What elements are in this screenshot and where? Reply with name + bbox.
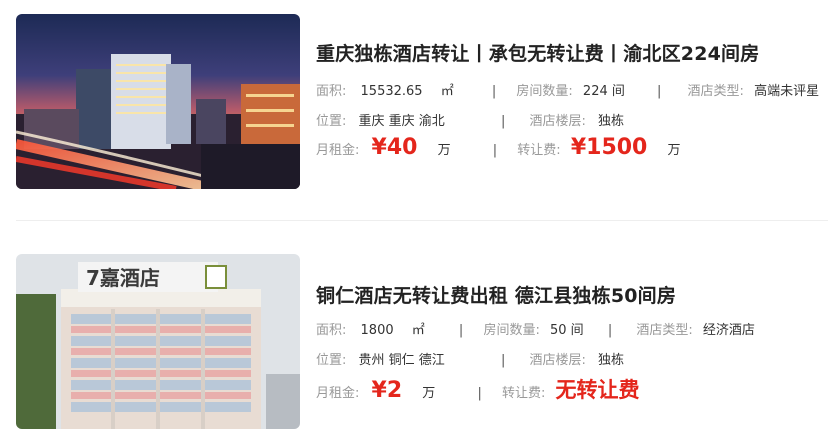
listing-divider	[16, 220, 828, 221]
listing-specs-row: 面积: 1800 ㎡ | 房间数量: 50 间 | 酒店类型: 经济酒店	[316, 319, 755, 338]
listing-thumbnail[interactable]: 7嘉酒店	[16, 254, 300, 429]
location-label: 位置:	[316, 353, 347, 368]
listing-price-row: 月租金: ¥2 万 | 转让费: 无转让费	[316, 374, 640, 404]
hotel-sign-text: 7嘉酒店	[86, 266, 160, 290]
floor-label: 酒店楼层:	[529, 353, 586, 368]
separator: |	[458, 323, 464, 338]
hotel-building-photo: 7嘉酒店	[16, 254, 300, 429]
rooms-label: 房间数量:	[483, 323, 540, 338]
fee-label: 转让费:	[501, 386, 546, 401]
fee-price: 无转让费	[555, 378, 640, 402]
rooms-value: 50 间	[549, 323, 584, 338]
separator: |	[477, 386, 482, 401]
separator: |	[607, 323, 613, 338]
rent-price: ¥2	[371, 378, 403, 403]
hotel-type-value: 经济酒店	[702, 323, 755, 338]
area-label: 面积:	[316, 323, 347, 338]
listing-card[interactable]: 7嘉酒店 铜仁酒店无转让费出租 德江县独栋50间房 面积: 1800 ㎡ | 房…	[0, 0, 828, 429]
floor-value: 独栋	[598, 353, 625, 368]
listing-title[interactable]: 铜仁酒店无转让费出租 德江县独栋50间房	[316, 281, 676, 308]
area-value: 1800	[360, 323, 394, 338]
rent-label: 月租金:	[316, 386, 360, 401]
area-unit: ㎡	[411, 323, 425, 338]
listing-location-row: 位置: 贵州 铜仁 德江 | 酒店楼层: 独栋	[316, 349, 624, 368]
hotel-type-label: 酒店类型:	[636, 323, 693, 338]
rent-unit: 万	[422, 386, 436, 401]
location-value: 贵州 铜仁 德江	[358, 353, 445, 368]
separator: |	[500, 353, 506, 368]
